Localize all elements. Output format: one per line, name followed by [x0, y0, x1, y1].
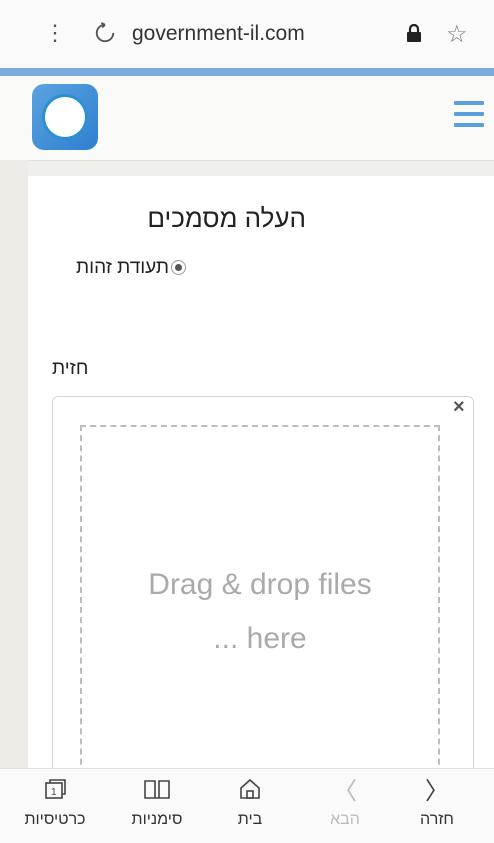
nav-home-label: בית: [237, 811, 263, 828]
drop-zone-text: Drag & drop files ... here: [80, 558, 440, 666]
id-card-radio-option[interactable]: תעודת זהות: [76, 257, 186, 279]
nav-home-button[interactable]: בית: [205, 777, 295, 829]
star-icon[interactable]: ☆: [446, 20, 468, 49]
page-margin: [0, 160, 28, 770]
nav-bookmarks-label: סימניות: [131, 811, 183, 828]
nav-forward-button[interactable]: 〈 הבא: [300, 777, 390, 829]
site-logo[interactable]: [32, 84, 98, 150]
nav-tabs-label: כרטיסיות: [24, 811, 86, 828]
chevron-left-icon: 〈: [333, 778, 357, 805]
nav-forward-label: הבא: [330, 811, 360, 828]
radio-label: תעודת זהות: [76, 257, 169, 278]
site-header: [0, 76, 494, 161]
nav-back-label: חזרה: [420, 811, 454, 828]
page-title: העלה מסמכים: [147, 203, 306, 233]
drop-text-line2: ... here: [213, 622, 307, 655]
home-icon: [205, 777, 295, 807]
page-load-progress-bar: [0, 68, 494, 76]
tabs-icon: 1: [10, 777, 100, 807]
logo-text: [51, 104, 79, 130]
browser-toolbar: ⋮ government-il.com ☆: [0, 0, 494, 68]
nav-back-button[interactable]: 〉 חזרה: [392, 777, 482, 829]
address-bar-url[interactable]: government-il.com: [132, 22, 305, 46]
browser-bottom-nav: 1 כרטיסיות סימניות בית 〈 הבא 〉 חזרה: [0, 768, 494, 843]
lock-icon[interactable]: [406, 24, 422, 42]
more-vert-icon[interactable]: ⋮: [44, 20, 66, 46]
drop-text-line1: Drag & drop files: [148, 568, 372, 601]
svg-text:1: 1: [51, 787, 57, 798]
hamburger-icon[interactable]: [454, 101, 484, 129]
reload-icon[interactable]: [94, 22, 116, 44]
upload-field-label: חזית: [52, 358, 89, 379]
nav-tabs-button[interactable]: 1 כרטיסיות: [10, 777, 100, 829]
nav-bookmarks-button[interactable]: סימניות: [112, 777, 202, 829]
bookmarks-icon: [112, 777, 202, 807]
chevron-right-icon: 〉: [425, 778, 449, 805]
close-icon[interactable]: ×: [453, 396, 465, 419]
radio-button-selected[interactable]: [170, 260, 186, 276]
